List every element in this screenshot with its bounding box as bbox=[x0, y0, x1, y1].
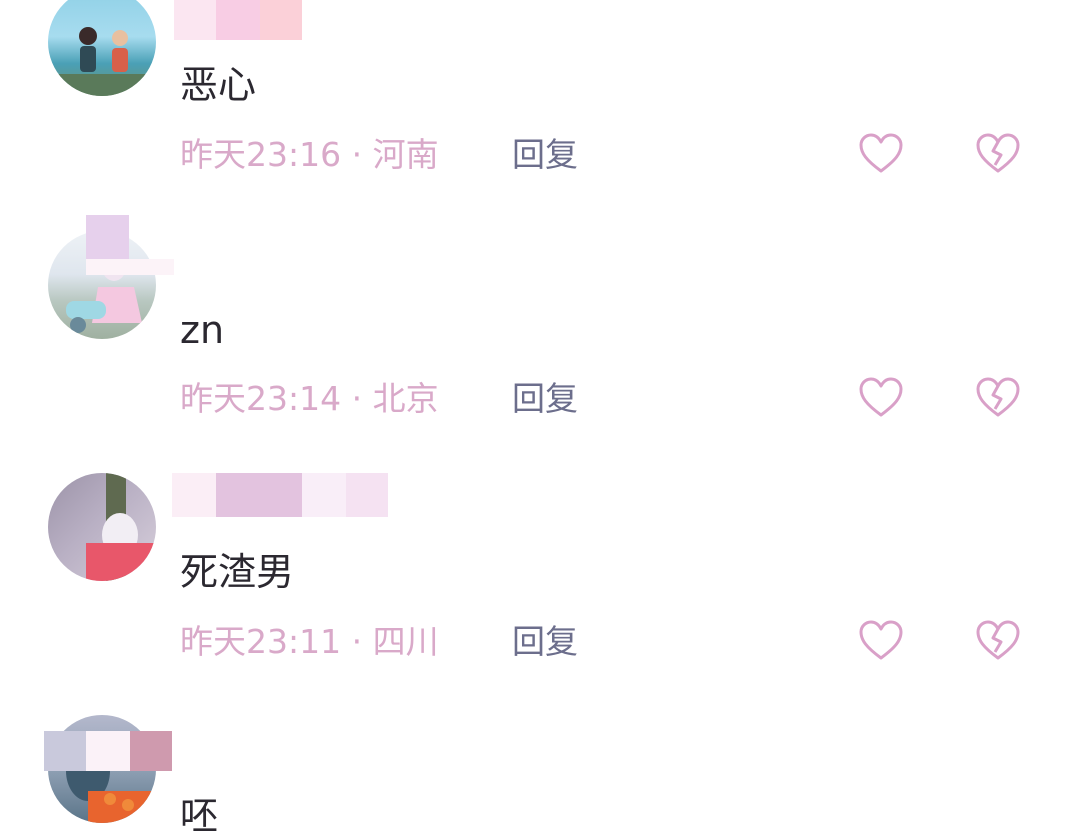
comment-meta: 昨天23:11 · 四川 bbox=[180, 625, 439, 658]
comment-time: 昨天23:16 bbox=[180, 135, 342, 174]
broken-heart-icon[interactable] bbox=[975, 620, 1021, 662]
comment-time: 昨天23:14 bbox=[180, 379, 342, 418]
avatar[interactable] bbox=[48, 0, 156, 96]
comment-text: zn bbox=[180, 308, 225, 352]
comment-meta: 昨天23:16 · 河南 bbox=[180, 138, 439, 171]
reply-button[interactable]: 回复 bbox=[512, 138, 578, 171]
comment-text: 呸 bbox=[180, 794, 219, 838]
meta-separator: · bbox=[351, 379, 363, 418]
meta-separator: · bbox=[351, 135, 363, 174]
heart-outline-icon[interactable] bbox=[858, 377, 904, 419]
avatar-figures bbox=[48, 27, 156, 96]
comment-location: 河南 bbox=[372, 135, 439, 174]
comment-item: 呸 bbox=[0, 715, 1079, 838]
comment-meta: 昨天23:14 · 北京 bbox=[180, 382, 439, 415]
comment-item: 死渣男 昨天23:11 · 四川 回复 bbox=[0, 465, 1079, 705]
username-mosaic[interactable] bbox=[172, 473, 388, 517]
comment-item: 恶心 昨天23:16 · 河南 回复 bbox=[0, 0, 1079, 240]
avatar[interactable] bbox=[48, 473, 156, 581]
reply-button[interactable]: 回复 bbox=[512, 625, 578, 658]
comment-location: 四川 bbox=[372, 622, 439, 661]
meta-separator: · bbox=[351, 622, 363, 661]
username-mosaic[interactable] bbox=[44, 731, 172, 771]
comment-time: 昨天23:11 bbox=[180, 622, 342, 661]
broken-heart-icon[interactable] bbox=[975, 377, 1021, 419]
broken-heart-icon[interactable] bbox=[975, 133, 1021, 175]
avatar-figure bbox=[86, 473, 156, 581]
comment-text: 恶心 bbox=[180, 63, 257, 107]
comment-location: 北京 bbox=[372, 379, 439, 418]
reply-button[interactable]: 回复 bbox=[512, 382, 578, 415]
heart-outline-icon[interactable] bbox=[858, 620, 904, 662]
comment-item: zn 昨天23:14 · 北京 回复 bbox=[0, 215, 1079, 455]
username-mosaic[interactable] bbox=[86, 215, 174, 275]
heart-outline-icon[interactable] bbox=[858, 133, 904, 175]
username-mosaic[interactable] bbox=[174, 0, 302, 40]
comment-text: 死渣男 bbox=[180, 550, 295, 594]
